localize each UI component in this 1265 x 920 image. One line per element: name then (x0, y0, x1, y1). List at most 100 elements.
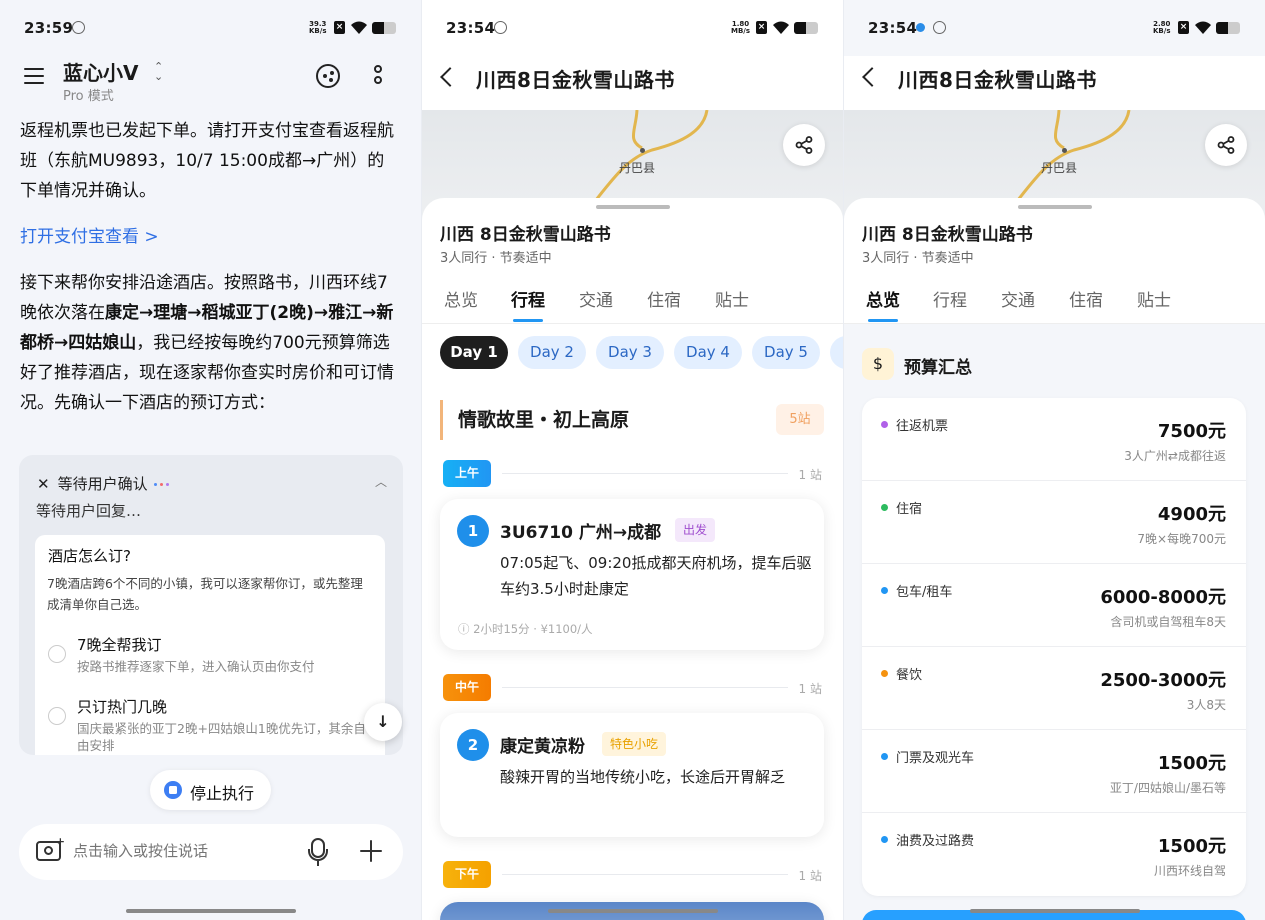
stop-card-flight[interactable]: 1 3U6710 广州→成都 出发 07:05起飞、09:20抵成都天府机场，提… (440, 499, 824, 650)
day-pill-3[interactable]: Day 3 (596, 336, 664, 369)
day-pill-2[interactable]: Day 2 (518, 336, 586, 369)
slot-morning: 上午 (443, 460, 492, 487)
notification-icon (72, 21, 85, 34)
scroll-down-button[interactable]: ↓ (364, 703, 402, 741)
screenshot-root: 23:59 39.3 KB/s × 蓝心小V ⌃ ⌄ Pro 模式 返程机票也已发起… (0, 0, 1265, 920)
microphone-icon[interactable] (308, 838, 328, 866)
share-icon (795, 136, 813, 154)
bullet-dot (881, 587, 888, 594)
sheet-title: 川西 8日金秋雪山路书 (862, 225, 1033, 245)
stop-number: 1 (457, 515, 489, 547)
tab-transport[interactable]: 交通 (579, 286, 613, 311)
day-pill-5[interactable]: Day 5 (752, 336, 820, 369)
tools-icon: ✕ (37, 475, 50, 493)
radio-icon[interactable] (48, 707, 66, 725)
plus-icon[interactable] (360, 840, 382, 862)
chevron-updown-icon[interactable]: ⌃ ⌄ (154, 61, 163, 82)
loading-dots-icon (153, 475, 172, 493)
wifi-icon (773, 21, 789, 34)
day-title: 情歌故里・初上高原 (440, 400, 629, 440)
bullet-dot (881, 504, 888, 511)
back-icon[interactable] (862, 67, 882, 87)
tab-tips[interactable]: 贴士 (1137, 286, 1171, 311)
tab-itinerary[interactable]: 行程 (933, 286, 967, 311)
wifi-icon (351, 21, 367, 34)
stop-card-food[interactable]: 2 康定黄凉粉 特色小吃 酸辣开胃的当地传统小吃，长途后开胃解乏 (440, 713, 824, 837)
tab-lodging[interactable]: 住宿 (647, 286, 681, 311)
notification-icon (933, 21, 946, 34)
camera-icon[interactable]: + (36, 835, 65, 861)
open-alipay-link[interactable]: 打开支付宝查看 > (20, 222, 400, 252)
battery-icon (372, 22, 396, 34)
chevron-up-icon[interactable]: ︿ (375, 473, 387, 490)
stop-desc: 07:05起飞、09:20抵成都天府机场，提车后驱车约3.5小时赴康定 (500, 554, 812, 598)
day-pill-1[interactable]: Day 1 (440, 336, 508, 369)
home-indicator (125, 909, 296, 913)
tab-overview[interactable]: 总览 (866, 286, 900, 322)
share-button[interactable] (1205, 124, 1247, 166)
sheet-handle[interactable] (595, 205, 670, 209)
network-speed: 39.3 KB/s (309, 20, 327, 35)
divider (502, 874, 788, 875)
divider (502, 473, 788, 474)
share-button[interactable] (783, 124, 825, 166)
radio-icon[interactable] (48, 645, 66, 663)
chat-input[interactable] (73, 842, 293, 860)
status-time: 23:59 (24, 19, 74, 37)
divider (502, 687, 788, 688)
budget-row-car: 包车/租车 6000-8000元 含司机或自驾租车8天 (862, 564, 1246, 647)
bullet-dot (881, 753, 888, 760)
home-indicator (969, 909, 1140, 913)
stop-execution-button[interactable]: 停止执行 (150, 770, 271, 810)
app-header: 蓝心小V ⌃ ⌄ Pro 模式 (0, 56, 421, 112)
stop-title: 3U6710 广州→成都 (500, 523, 662, 543)
menu-icon[interactable] (24, 68, 44, 84)
tab-itinerary[interactable]: 行程 (511, 286, 545, 322)
task-subheader: 等待用户回复… (36, 502, 142, 520)
battery-icon (794, 22, 818, 34)
mode-label: Pro 模式 (63, 89, 114, 104)
more-icon[interactable] (374, 65, 384, 91)
overview-screen: 23:54 2.80 KB/s × 川西8日金秋雪山路书 丹巴县 川西 8日金秋雪… (844, 0, 1265, 920)
question-card: 酒店怎么订? 7晚酒店跨6个不同的小镇，我可以逐家帮你订，或先整理成清单你自己选… (35, 535, 385, 755)
sim-off-icon: × (756, 21, 767, 34)
itinerary-sheet: 川西 8日金秋雪山路书 3人同行 · 节奏适中 总览 行程 交通 住宿 贴士 D… (422, 198, 843, 920)
stop-title: 康定黄凉粉 (500, 737, 585, 757)
status-time: 23:54 (868, 19, 918, 37)
face-icon[interactable] (316, 64, 340, 88)
status-right: 39.3 KB/s × (309, 20, 399, 36)
wifi-icon (1195, 21, 1211, 34)
slot-count: 1 站 (798, 869, 822, 883)
budget-row-flight: 往返机票 7500元 3人广州⇄成都往返 (862, 398, 1246, 481)
budget-row-tickets: 门票及观光车 1500元 亚丁/四姑娘山/墨石等 (862, 730, 1246, 813)
question-title: 酒店怎么订? (48, 547, 131, 565)
slot-noon: 中午 (443, 674, 492, 701)
budget-row-lodging: 住宿 4900元 7晚×每晚700元 (862, 481, 1246, 564)
day-pill-4[interactable]: Day 4 (674, 336, 742, 369)
network-speed: 2.80 KB/s (1153, 20, 1171, 35)
assistant-name[interactable]: 蓝心小V (63, 57, 138, 86)
tab-bar: 总览 行程 交通 住宿 贴士 (844, 286, 1265, 324)
bullet-dot (881, 670, 888, 677)
tab-overview[interactable]: 总览 (444, 286, 478, 311)
tab-lodging[interactable]: 住宿 (1069, 286, 1103, 311)
stop-tag: 出发 (675, 518, 716, 542)
task-panel: ✕ 等待用户确认 ︿ 等待用户回复… 酒店怎么订? 7晚酒店跨6个不同的小镇，我可… (19, 455, 403, 755)
overview-sheet: 川西 8日金秋雪山路书 3人同行 · 节奏适中 总览 行程 交通 住宿 贴士 $… (844, 198, 1265, 920)
map-marker (640, 148, 645, 153)
question-desc: 7晚酒店跨6个不同的小镇，我可以逐家帮你订，或先整理成清单你自己选。 (47, 576, 363, 612)
budget-list: 往返机票 7500元 3人广州⇄成都往返 住宿 4900元 7晚×每晚700元 … (862, 398, 1246, 896)
back-icon[interactable] (440, 67, 460, 87)
budget-row-fuel: 油费及过路费 1500元 川西环线自驾 (862, 813, 1246, 896)
sim-off-icon: × (334, 21, 345, 34)
tab-tips[interactable]: 贴士 (715, 286, 749, 311)
tab-transport[interactable]: 交通 (1001, 286, 1035, 311)
stop-meta: ⓘ 2小时15分 · ¥1100/人 (458, 622, 593, 636)
sheet-handle[interactable] (1017, 205, 1092, 209)
money-bag-icon: $ (862, 348, 894, 380)
day-pill-more[interactable] (830, 336, 843, 369)
sheet-title: 川西 8日金秋雪山路书 (440, 225, 611, 245)
slot-afternoon: 下午 (443, 861, 492, 888)
bullet-dot (881, 836, 888, 843)
share-icon (1217, 136, 1235, 154)
